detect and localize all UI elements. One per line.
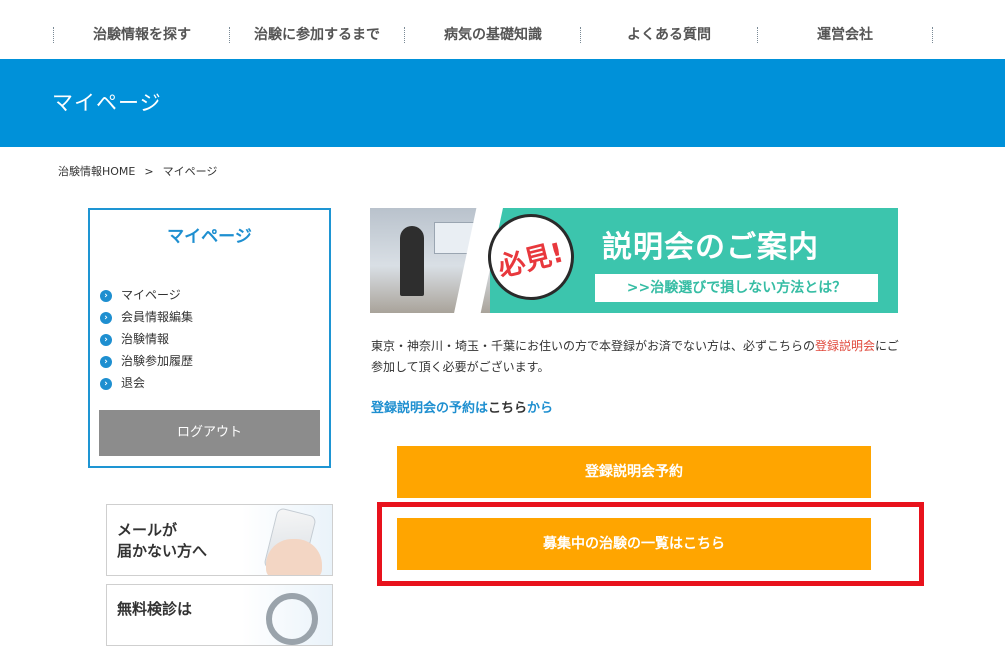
sidebar-menu: › マイページ › 会員情報編集 › 治験情報 › 治験参加履歴 › 退会 — [100, 284, 193, 394]
chevron-right-icon: › — [100, 355, 112, 368]
mail-banner-line2: 届かない方へ — [117, 542, 208, 560]
chevron-right-icon: › — [100, 311, 112, 324]
nav-divider — [53, 27, 55, 43]
nav-item-disease-basics[interactable]: 病気の基礎知識 — [413, 24, 573, 46]
stethoscope-icon — [266, 593, 318, 645]
sidebar-mypage-box: マイページ › マイページ › 会員情報編集 › 治験情報 › 治験参加履歴 › 退会 ロ… — [88, 208, 331, 468]
reservation-suffix: から — [527, 401, 554, 416]
hand-illustration — [266, 539, 322, 575]
free-checkup-banner[interactable]: 無料検診は — [106, 584, 333, 646]
nav-divider — [757, 27, 759, 43]
nav-divider — [404, 27, 406, 43]
nav-item-company[interactable]: 運営会社 — [765, 24, 925, 46]
mail-help-banner[interactable]: メールが 届かない方へ — [106, 504, 333, 576]
nav-divider — [580, 27, 582, 43]
recruiting-trials-list-button[interactable]: 募集中の治験の一覧はこちら — [397, 518, 871, 570]
sidebar-item-label: 退会 — [121, 376, 146, 390]
sidebar-item-label: 治験情報 — [121, 332, 170, 346]
sidebar-item-trial-info[interactable]: › 治験情報 — [100, 328, 193, 350]
reservation-here-link[interactable]: こちら — [488, 401, 527, 416]
nav-item-faq[interactable]: よくある質問 — [589, 24, 749, 46]
reservation-line: 登録説明会の予約はこちらから — [371, 397, 553, 416]
nav-divider — [932, 27, 934, 43]
breadcrumb-current: マイページ — [162, 165, 218, 178]
hero-title: 説明会のご案内 — [602, 230, 819, 265]
page-header-band: マイページ — [0, 59, 1005, 147]
sidebar-item-label: 治験参加履歴 — [121, 354, 194, 368]
nav-divider — [229, 27, 231, 43]
info-session-reserve-button[interactable]: 登録説明会予約 — [397, 446, 871, 498]
info-session-link[interactable]: 登録説明会 — [815, 339, 875, 353]
info-session-banner[interactable]: 必見! 説明会のご案内 >>治験選びで損しない方法とは？ — [370, 208, 898, 313]
top-navigation: 治験情報を探す 治験に参加するまで 病気の基礎知識 よくある質問 運営会社 — [0, 0, 1005, 60]
mail-banner-text: メールが 届かない方へ — [117, 520, 207, 562]
breadcrumb-separator: > — [144, 165, 154, 178]
mail-banner-line1: メールが — [117, 521, 178, 539]
chevron-right-icon: › — [100, 333, 112, 346]
nav-item-search-trials[interactable]: 治験情報を探す — [62, 24, 222, 46]
breadcrumb-home-link[interactable]: 治験情報HOME — [58, 165, 135, 178]
sidebar-item-participation-history[interactable]: › 治験参加履歴 — [100, 350, 193, 372]
checkup-banner-line1: 無料検診は — [117, 600, 193, 618]
sidebar-item-label: 会員情報編集 — [121, 310, 194, 324]
sidebar-item-label: マイページ — [121, 288, 181, 302]
breadcrumb: 治験情報HOME > マイページ — [58, 163, 217, 179]
sidebar-item-edit-profile[interactable]: › 会員情報編集 — [100, 306, 193, 328]
presenter-figure — [400, 226, 424, 296]
chevron-right-icon: › — [100, 289, 112, 302]
hero-subtitle: >>治験選びで損しない方法とは？ — [595, 274, 878, 302]
reservation-link[interactable]: 登録説明会の予約は — [371, 401, 488, 416]
sidebar-item-mypage[interactable]: › マイページ — [100, 284, 193, 306]
chevron-right-icon: › — [100, 377, 112, 390]
page-title: マイページ — [52, 91, 162, 115]
nav-item-how-to-participate[interactable]: 治験に参加するまで — [237, 24, 397, 46]
checkup-banner-text: 無料検診は — [117, 599, 192, 620]
registration-notice: 東京・神奈川・埼玉・千葉にお住いの方で本登録がお済でない方は、必ずこちらの登録説… — [371, 336, 899, 378]
logout-button[interactable]: ログアウト — [99, 410, 320, 456]
sidebar-title: マイページ — [167, 227, 252, 247]
sidebar-item-withdraw[interactable]: › 退会 — [100, 372, 193, 394]
notice-text: 東京・神奈川・埼玉・千葉にお住いの方で本登録がお済でない方は、必ずこちらの — [371, 339, 816, 353]
